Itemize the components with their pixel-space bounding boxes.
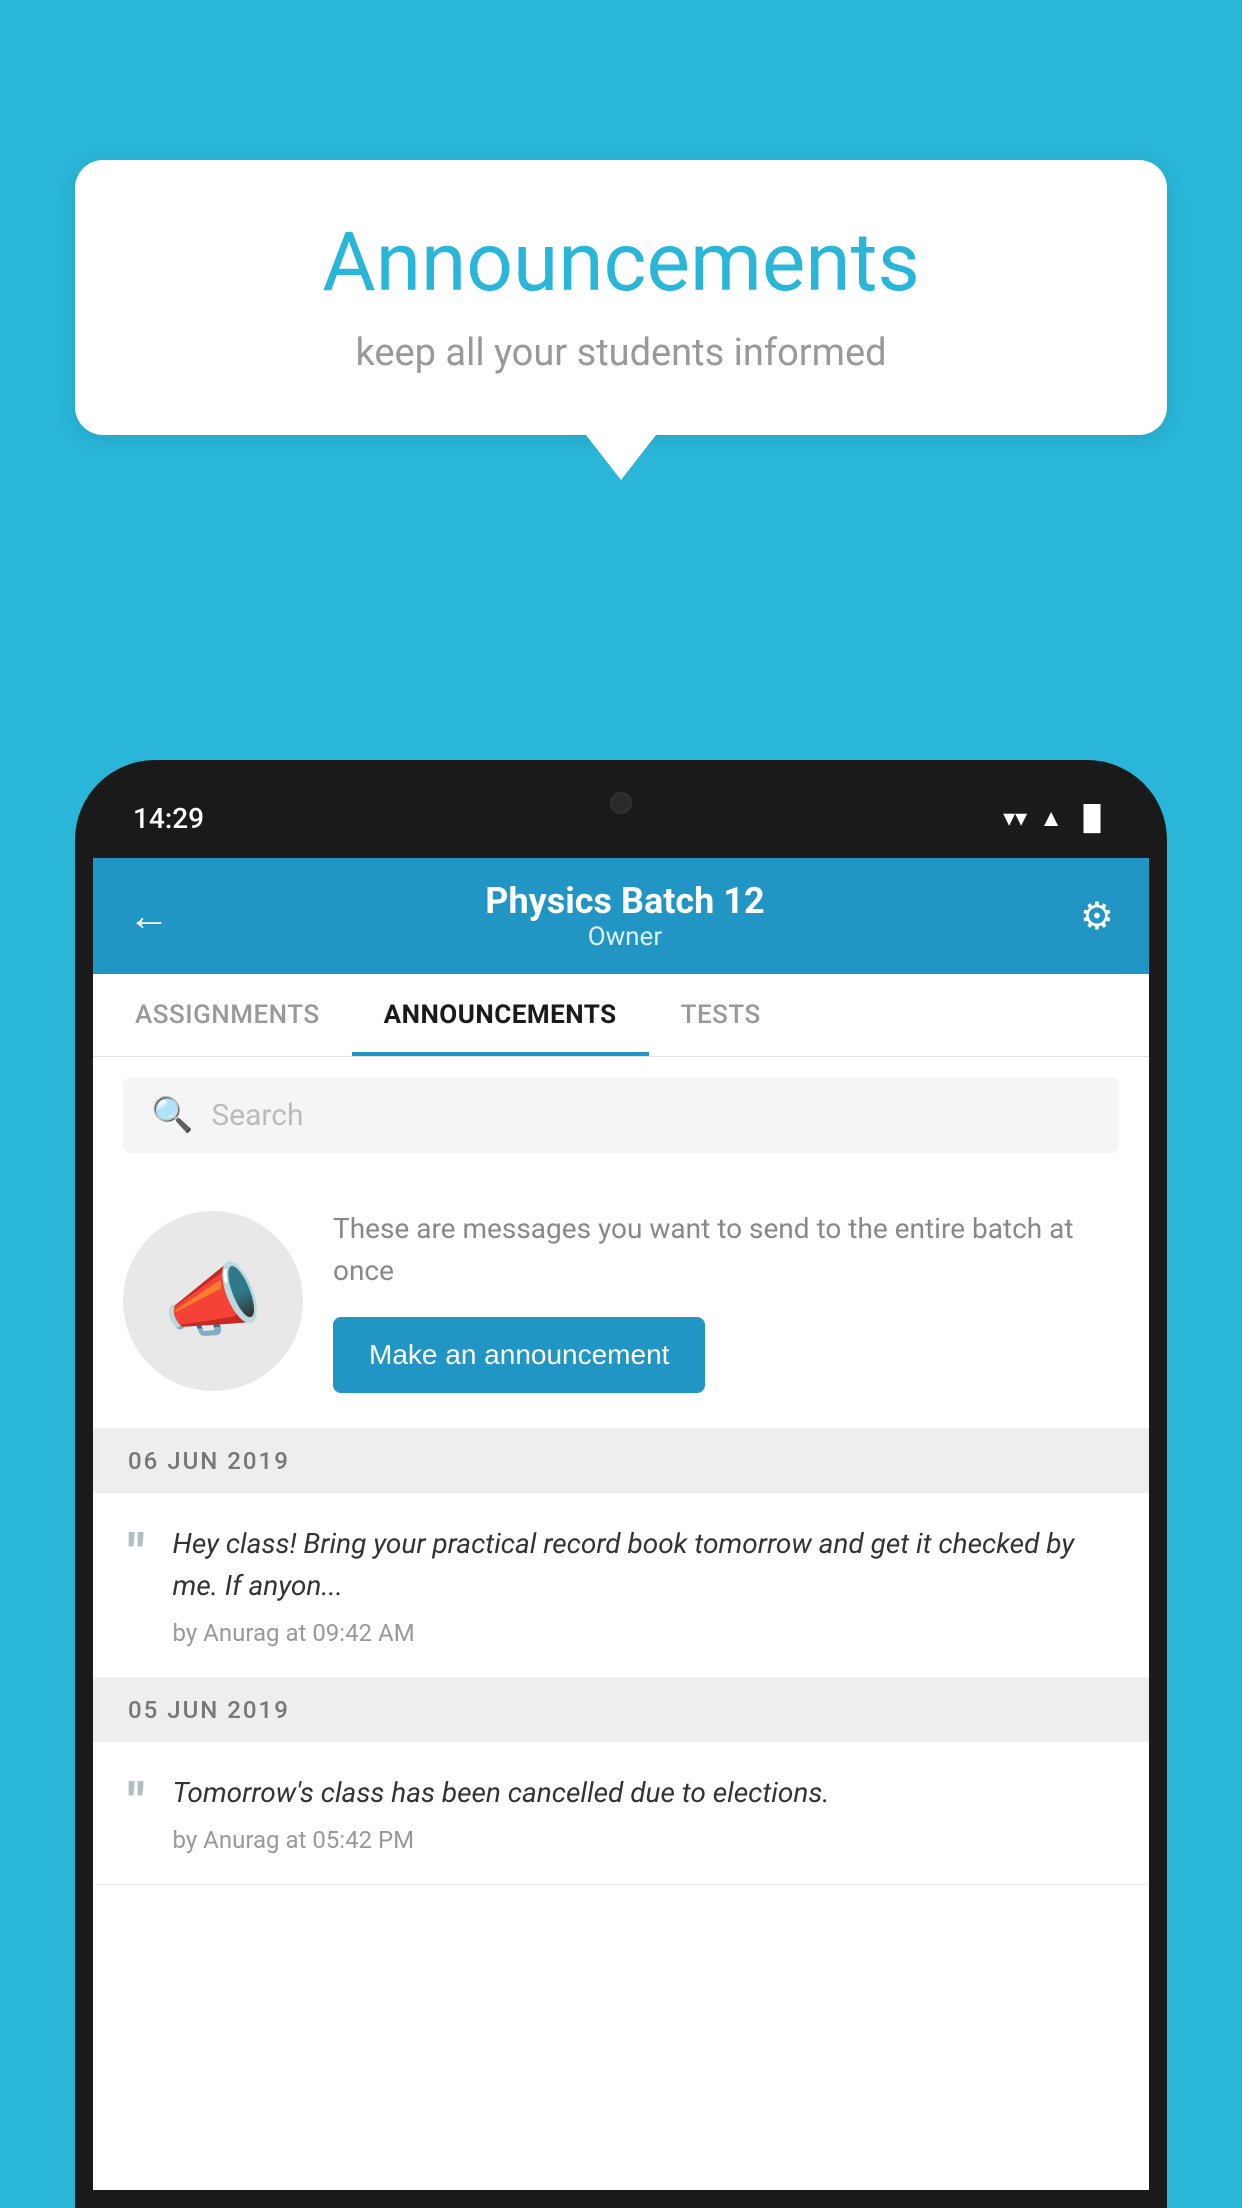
bubble-title: Announcements: [135, 215, 1107, 311]
status-bar: 14:29 ▾▾ ▲ ▐▌: [93, 778, 1149, 858]
search-placeholder: Search: [211, 1098, 303, 1133]
tabs-bar: ASSIGNMENTS ANNOUNCEMENTS TESTS: [93, 974, 1149, 1057]
header-title: Physics Batch 12: [485, 880, 764, 922]
header-subtitle: Owner: [485, 922, 764, 952]
tab-assignments[interactable]: ASSIGNMENTS: [103, 974, 352, 1056]
status-icons: ▾▾ ▲ ▐▌: [1003, 804, 1109, 833]
phone-mockup: 14:29 ▾▾ ▲ ▐▌ ← Physics Batch 12 Owner ⚙: [75, 760, 1167, 2208]
settings-button[interactable]: ⚙: [1080, 894, 1114, 939]
phone-screen: ← Physics Batch 12 Owner ⚙ ASSIGNMENTS A…: [93, 858, 1149, 2190]
signal-icon: ▲: [1039, 804, 1063, 833]
search-bar[interactable]: 🔍 Search: [123, 1077, 1119, 1153]
make-announcement-button[interactable]: Make an announcement: [333, 1317, 705, 1393]
announcement-item-2[interactable]: " Tomorrow's class has been cancelled du…: [93, 1742, 1149, 1885]
quote-icon-2: ": [128, 1777, 145, 1829]
announcement-item-1[interactable]: " Hey class! Bring your practical record…: [93, 1493, 1149, 1678]
date-separator-1: 06 JUN 2019: [93, 1429, 1149, 1493]
quote-icon-1: ": [128, 1528, 145, 1580]
prompt-right: These are messages you want to send to t…: [333, 1208, 1119, 1393]
search-container: 🔍 Search: [93, 1057, 1149, 1173]
bubble-subtitle: keep all your students informed: [135, 331, 1107, 375]
announcement-meta-1: by Anurag at 09:42 AM: [173, 1619, 1114, 1647]
announcement-content-1: Hey class! Bring your practical record b…: [173, 1523, 1114, 1647]
status-time: 14:29: [133, 802, 204, 835]
wifi-icon: ▾▾: [1003, 804, 1027, 832]
announcement-content-2: Tomorrow's class has been cancelled due …: [173, 1772, 1114, 1854]
back-button[interactable]: ←: [128, 892, 170, 941]
tab-announcements[interactable]: ANNOUNCEMENTS: [352, 974, 649, 1056]
megaphone-icon: 📣: [163, 1254, 263, 1348]
megaphone-circle: 📣: [123, 1211, 303, 1391]
phone-notch: [541, 778, 701, 828]
announcement-meta-2: by Anurag at 05:42 PM: [173, 1826, 1114, 1854]
speech-bubble-card: Announcements keep all your students inf…: [75, 160, 1167, 435]
phone-outer-shell: 14:29 ▾▾ ▲ ▐▌ ← Physics Batch 12 Owner ⚙: [75, 760, 1167, 2208]
app-header: ← Physics Batch 12 Owner ⚙: [93, 858, 1149, 974]
tab-tests[interactable]: TESTS: [649, 974, 793, 1056]
phone-camera: [610, 792, 632, 814]
speech-bubble-tail: [586, 435, 656, 480]
speech-bubble-section: Announcements keep all your students inf…: [75, 160, 1167, 480]
search-icon: 🔍: [151, 1095, 193, 1135]
prompt-description: These are messages you want to send to t…: [333, 1208, 1119, 1292]
header-center: Physics Batch 12 Owner: [485, 880, 764, 952]
announcement-prompt-section: 📣 These are messages you want to send to…: [93, 1173, 1149, 1429]
announcement-text-2: Tomorrow's class has been cancelled due …: [173, 1772, 1114, 1814]
date-separator-2: 05 JUN 2019: [93, 1678, 1149, 1742]
battery-icon: ▐▌: [1075, 804, 1109, 833]
announcement-text-1: Hey class! Bring your practical record b…: [173, 1523, 1114, 1607]
